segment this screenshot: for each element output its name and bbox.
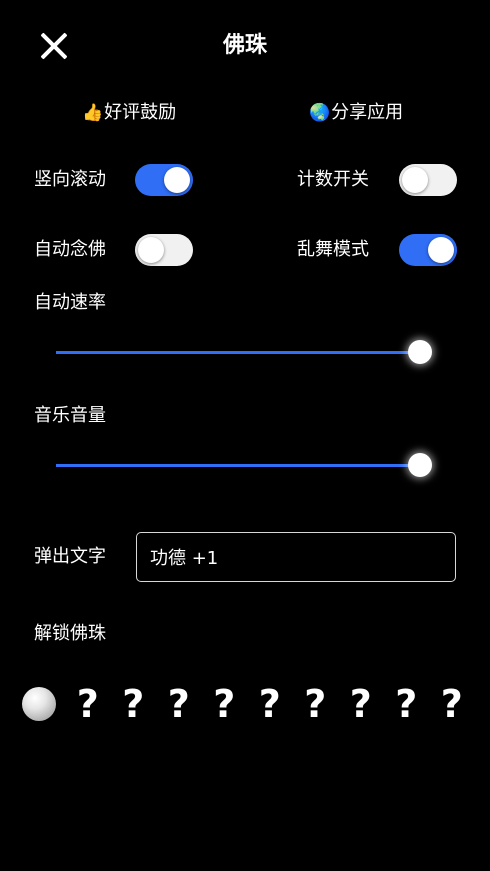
counter-switch[interactable] [399, 164, 457, 196]
slider-thumb[interactable] [408, 340, 432, 364]
auto-chant-label: 自动念佛 [34, 239, 106, 260]
counter-label: 计数开关 [297, 169, 369, 190]
locked-bead-5[interactable]: ? [247, 682, 293, 726]
switch-knob [164, 167, 190, 193]
popup-text-input[interactable] [136, 532, 456, 582]
bead-list: ????????? [22, 680, 472, 728]
share-app-label: 分享应用 [331, 102, 404, 123]
thumbs-up-icon: 👍 [82, 103, 104, 123]
unlock-beads-label: 解锁佛珠 [34, 623, 106, 644]
chaos-dance-switch[interactable] [399, 234, 457, 266]
locked-bead-7[interactable]: ? [338, 682, 384, 726]
locked-bead-2[interactable]: ? [111, 682, 157, 726]
slider-fill [56, 351, 414, 354]
locked-bead-4[interactable]: ? [202, 682, 248, 726]
rate-app-button[interactable]: 👍好评鼓励 [82, 100, 176, 126]
locked-bead-8[interactable]: ? [384, 682, 430, 726]
switch-knob [402, 167, 428, 193]
page-title: 佛珠 [222, 33, 267, 58]
vertical-scroll-label: 竖向滚动 [34, 169, 106, 190]
switch-knob [428, 237, 454, 263]
slider-thumb[interactable] [408, 453, 432, 477]
music-volume-slider[interactable] [56, 450, 436, 480]
vertical-scroll-switch[interactable] [135, 164, 193, 196]
pearl-bead-icon[interactable] [22, 687, 56, 721]
locked-bead-9[interactable]: ? [429, 682, 475, 726]
chaos-dance-label: 乱舞模式 [297, 239, 369, 260]
popup-text-label: 弹出文字 [34, 546, 106, 567]
auto-chant-switch[interactable] [135, 234, 193, 266]
locked-bead-6[interactable]: ? [293, 682, 339, 726]
share-app-button[interactable]: 🌏分享应用 [309, 100, 403, 126]
music-volume-label: 音乐音量 [34, 405, 106, 426]
locked-bead-3[interactable]: ? [156, 682, 202, 726]
auto-speed-label: 自动速率 [34, 292, 106, 313]
auto-speed-slider[interactable] [56, 337, 436, 367]
slider-fill [56, 464, 414, 467]
locked-bead-1[interactable]: ? [65, 682, 111, 726]
switch-knob [138, 237, 164, 263]
rate-app-label: 好评鼓励 [104, 102, 177, 123]
globe-icon: 🌏 [309, 103, 331, 123]
